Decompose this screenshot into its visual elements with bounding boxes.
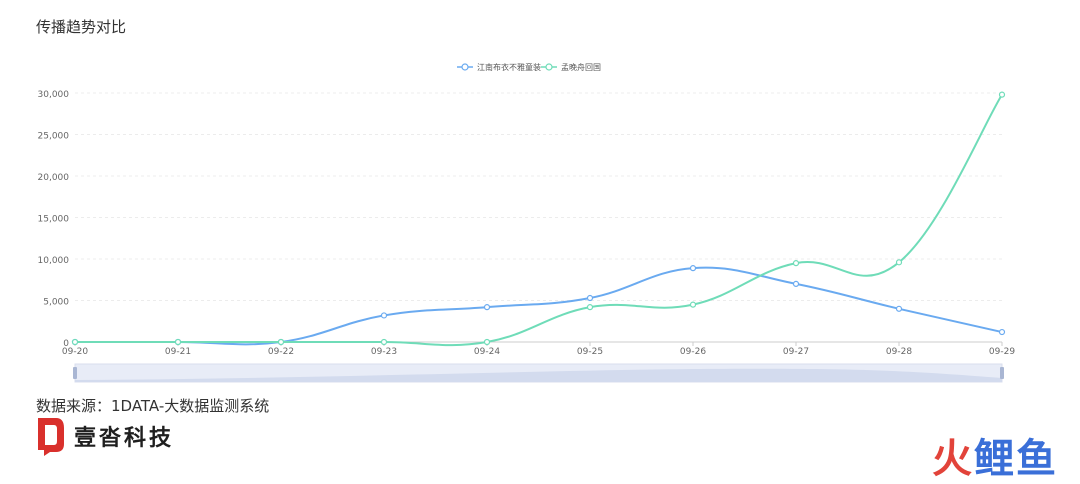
data-point xyxy=(689,301,697,308)
x-tick-label: 09-20 xyxy=(62,347,88,357)
axes: 05,00010,00015,00020,00025,00030,00009-2… xyxy=(38,90,1016,357)
y-tick-label: 30,000 xyxy=(38,90,70,100)
x-tick-label: 09-28 xyxy=(886,347,912,357)
legend-label: 孟晚舟回国 xyxy=(561,62,601,72)
x-tick-label: 09-21 xyxy=(165,347,191,357)
data-source-text: 数据来源：1DATA-大数据监测系统 xyxy=(36,397,270,415)
grid-lines xyxy=(75,92,1002,301)
trend-chart: 05,00010,00015,00020,00025,00030,00009-2… xyxy=(38,62,1016,383)
zoom-handle xyxy=(1000,367,1004,379)
legend-label: 江南布衣不雅童装 xyxy=(477,62,541,72)
x-tick-label: 09-22 xyxy=(268,347,294,357)
series-line-1 xyxy=(74,266,1003,346)
data-point xyxy=(792,260,800,267)
brand-logo-icon xyxy=(38,418,64,456)
legend: 江南布衣不雅童装 孟晚舟回国 xyxy=(457,62,601,72)
x-tick-label: 09-23 xyxy=(371,347,397,357)
data-point xyxy=(277,338,285,346)
y-tick-label: 25,000 xyxy=(38,132,70,142)
watermark-char: 火 xyxy=(932,436,974,482)
data-zoom-slider xyxy=(73,363,1004,383)
zoom-handle xyxy=(73,367,77,379)
watermark-logo: 火 鲤 鱼 xyxy=(932,426,1058,484)
y-tick-label: 20,000 xyxy=(38,173,70,183)
data-point xyxy=(998,91,1006,98)
data-point xyxy=(895,259,903,266)
data-point xyxy=(998,328,1006,336)
watermark-char: 鱼 xyxy=(1016,436,1058,482)
data-point xyxy=(586,294,594,302)
legend-swatch-dot xyxy=(545,63,553,71)
x-tick-label: 09-29 xyxy=(989,347,1015,357)
watermark-char: 鲤 xyxy=(974,436,1016,482)
brand-name: 壹沓科技 xyxy=(74,426,175,451)
y-tick-label: 5,000 xyxy=(43,298,69,308)
data-point xyxy=(483,304,491,311)
x-tick-label: 09-26 xyxy=(680,347,706,357)
y-tick-label: 10,000 xyxy=(38,256,70,266)
y-tick-label: 15,000 xyxy=(38,215,70,225)
data-point xyxy=(174,338,182,346)
data-point xyxy=(792,280,800,287)
brand: 壹沓科技 xyxy=(36,416,174,456)
data-point xyxy=(380,312,388,319)
data-point xyxy=(71,338,79,346)
data-point xyxy=(689,265,697,272)
x-tick-label: 09-27 xyxy=(783,347,809,357)
series-lines xyxy=(71,91,1006,347)
x-tick-label: 09-24 xyxy=(474,347,500,357)
data-point xyxy=(483,338,491,346)
series-line-2 xyxy=(74,94,1003,347)
data-point xyxy=(380,338,388,346)
legend-swatch-dot xyxy=(461,63,469,71)
data-point xyxy=(586,304,594,311)
data-point xyxy=(895,305,903,312)
x-tick-label: 09-25 xyxy=(577,347,603,357)
